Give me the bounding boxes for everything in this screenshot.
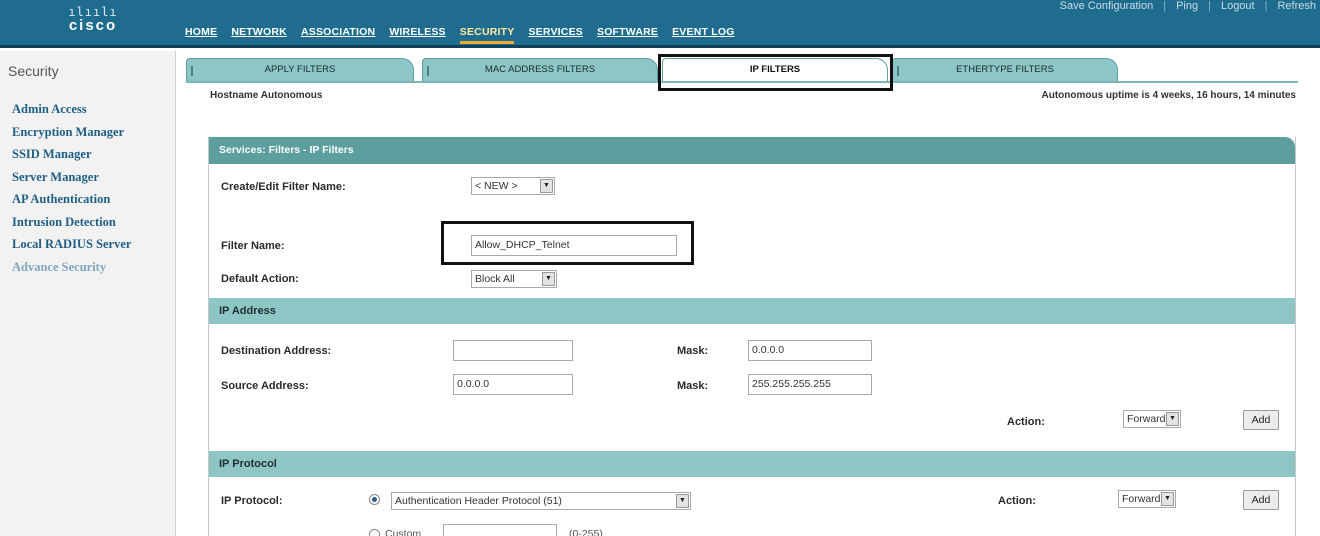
tab-grip-icon [427, 66, 433, 76]
create-edit-filter-select[interactable]: < NEW > ▼ [471, 177, 555, 195]
link-separator: | [1264, 0, 1268, 12]
tab-grip-icon [897, 66, 903, 76]
default-action-label: Default Action: [221, 273, 299, 285]
nav-home[interactable]: HOME [185, 26, 217, 44]
sidebar: Security Admin Access Encryption Manager… [0, 51, 176, 536]
tab-mac-address-filters[interactable]: MAC ADDRESS FILTERS [422, 58, 658, 82]
create-edit-filter-label: Create/Edit Filter Name: [221, 181, 346, 193]
add-protocol-button[interactable]: Add [1243, 490, 1279, 510]
tab-label: APPLY FILTERS [264, 64, 336, 75]
custom-protocol-label: Custom [385, 528, 422, 536]
sidebar-item-local-radius-server[interactable]: Local RADIUS Server [12, 233, 131, 256]
tab-ethertype-filters[interactable]: ETHERTYPE FILTERS [892, 58, 1118, 82]
destination-mask-input[interactable]: 0.0.0.0 [748, 340, 872, 361]
custom-protocol-range: (0-255) [569, 528, 603, 536]
nav-event-log[interactable]: EVENT LOG [672, 26, 734, 44]
filter-name-label: Filter Name: [221, 240, 285, 252]
protocol-action-select[interactable]: Forward ▼ [1118, 490, 1176, 508]
default-action-select[interactable]: Block All ▼ [471, 270, 557, 288]
nav-association[interactable]: ASSOCIATION [301, 26, 375, 44]
save-configuration-link[interactable]: Save Configuration [1060, 0, 1154, 12]
chevron-down-icon: ▼ [676, 494, 689, 508]
tab-apply-filters[interactable]: APPLY FILTERS [186, 58, 414, 82]
main-navigation: HOME NETWORK ASSOCIATION WIRELESS SECURI… [185, 26, 749, 44]
ip-address-section-header: IP Address [209, 298, 1295, 324]
link-separator: | [1163, 0, 1167, 12]
ip-protocol-select[interactable]: Authentication Header Protocol (51) ▼ [391, 492, 691, 510]
sidebar-item-server-manager[interactable]: Server Manager [12, 166, 131, 189]
source-mask-label: Mask: [677, 380, 709, 392]
nav-network[interactable]: NETWORK [231, 26, 287, 44]
chevron-down-icon: ▼ [1166, 412, 1179, 426]
uptime-label: Autonomous uptime is 4 weeks, 16 hours, … [1041, 90, 1296, 101]
address-action-select[interactable]: Forward ▼ [1123, 410, 1181, 428]
chevron-down-icon: ▼ [542, 272, 555, 286]
highlight-box-filter-name [441, 221, 694, 265]
nav-wireless[interactable]: WIRELESS [389, 26, 445, 44]
destination-mask-label: Mask: [677, 345, 709, 357]
destination-address-input[interactable] [453, 340, 573, 361]
logout-link[interactable]: Logout [1221, 0, 1255, 12]
destination-address-label: Destination Address: [221, 345, 332, 357]
custom-protocol-radio[interactable] [369, 529, 380, 536]
sidebar-item-ap-authentication[interactable]: AP Authentication [12, 188, 131, 211]
logo-word: cisco [68, 17, 118, 34]
address-action-label: Action: [1007, 416, 1045, 428]
address-action-value: Forward [1127, 413, 1166, 425]
sidebar-item-intrusion-detection[interactable]: Intrusion Detection [12, 211, 131, 234]
default-action-value: Block All [475, 273, 515, 285]
ip-filters-panel: Services: Filters - IP Filters Create/Ed… [208, 137, 1296, 536]
tab-label: ETHERTYPE FILTERS [956, 64, 1054, 75]
top-bar: ılıılı cisco HOME NETWORK ASSOCIATION WI… [0, 0, 1320, 48]
sidebar-title: Security [8, 63, 59, 79]
utility-links: Save Configuration | Ping | Logout | Ref… [1050, 0, 1316, 12]
ping-link[interactable]: Ping [1176, 0, 1198, 12]
tab-grip-icon [191, 66, 197, 76]
hostname-label: Hostname Autonomous [210, 90, 323, 101]
sidebar-item-admin-access[interactable]: Admin Access [12, 98, 131, 121]
source-mask-input[interactable]: 255.255.255.255 [748, 374, 872, 395]
tab-label: MAC ADDRESS FILTERS [484, 64, 596, 75]
nav-services[interactable]: SERVICES [528, 26, 583, 44]
chevron-down-icon: ▼ [540, 179, 553, 193]
nav-software[interactable]: SOFTWARE [597, 26, 658, 44]
ip-protocol-section-header: IP Protocol [209, 451, 1295, 477]
source-address-label: Source Address: [221, 380, 309, 392]
link-separator: | [1208, 0, 1211, 12]
nav-security[interactable]: SECURITY [459, 26, 515, 44]
sidebar-item-ssid-manager[interactable]: SSID Manager [12, 143, 131, 166]
sidebar-menu: Admin Access Encryption Manager SSID Man… [12, 98, 131, 278]
create-edit-filter-value: < NEW > [475, 180, 518, 192]
sidebar-item-advance-security[interactable]: Advance Security [12, 256, 131, 279]
add-address-button[interactable]: Add [1243, 410, 1279, 430]
sidebar-item-encryption-manager[interactable]: Encryption Manager [12, 121, 131, 144]
chevron-down-icon: ▼ [1161, 492, 1174, 506]
panel-header: Services: Filters - IP Filters [209, 137, 1295, 164]
refresh-link[interactable]: Refresh [1277, 0, 1316, 12]
protocol-action-value: Forward [1122, 493, 1161, 505]
custom-protocol-input[interactable] [443, 524, 557, 536]
source-address-input[interactable]: 0.0.0.0 [453, 374, 573, 395]
highlight-box-ip-filters-tab [658, 54, 893, 91]
ip-protocol-label: IP Protocol: [221, 495, 283, 507]
cisco-logo: ılıılı cisco [58, 6, 128, 34]
ip-protocol-value: Authentication Header Protocol (51) [395, 495, 562, 507]
ip-protocol-radio[interactable] [369, 494, 380, 505]
protocol-action-label: Action: [998, 495, 1036, 507]
